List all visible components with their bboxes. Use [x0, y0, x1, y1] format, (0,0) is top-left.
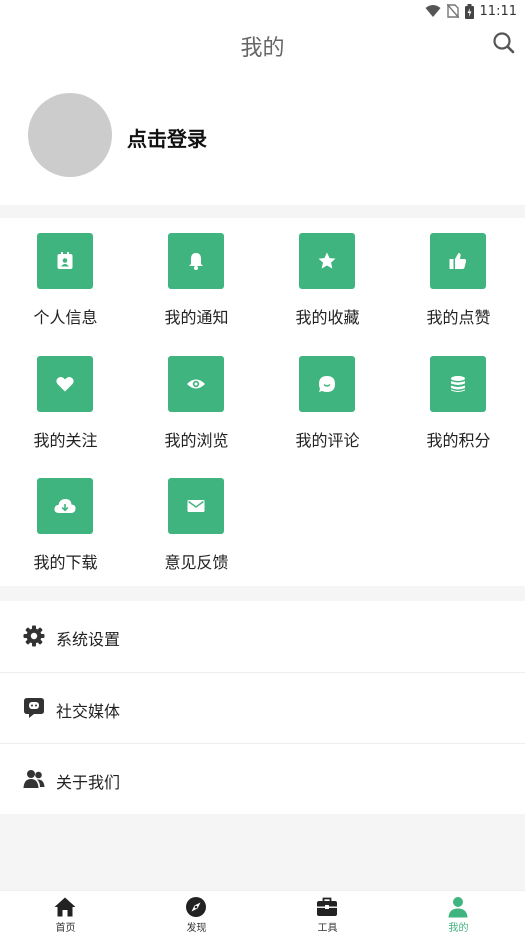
menu-item-social-media[interactable]: 社交媒体: [0, 672, 525, 743]
menu-label: 社交媒体: [56, 702, 121, 721]
tab-label: 发现: [186, 923, 207, 934]
person-icon: [448, 897, 468, 918]
tab-label: 我的: [448, 923, 469, 934]
star-icon: [318, 252, 336, 269]
tile: [168, 356, 224, 412]
search-icon: [493, 32, 515, 54]
grid-label: 我的积分: [426, 431, 491, 450]
wifi-icon: [425, 5, 441, 17]
grid-item-following[interactable]: 我的关注: [0, 341, 131, 451]
tile: [430, 233, 486, 289]
settings-menu: 系统设置 社交媒体 关于我们: [0, 601, 525, 814]
home-icon: [54, 897, 76, 917]
grid-item-comments[interactable]: 我的评论: [262, 341, 393, 451]
grid-label: 我的点赞: [426, 308, 491, 327]
grid-label: 我的评论: [295, 431, 360, 450]
grid-item-notifications[interactable]: 我的通知: [131, 218, 262, 328]
status-time: 11:11: [479, 3, 517, 19]
cloud-download-icon: [54, 499, 76, 513]
grid-label: 我的收藏: [295, 308, 360, 327]
tile: [299, 356, 355, 412]
tile: [168, 233, 224, 289]
social-chat-icon: [24, 698, 44, 718]
tile: [168, 478, 224, 534]
users-icon: [23, 770, 45, 788]
grid-item-likes[interactable]: 我的点赞: [393, 218, 524, 328]
grid-item-downloads[interactable]: 我的下载: [0, 463, 131, 573]
no-sim-icon: [446, 4, 459, 18]
tab-mine[interactable]: 我的: [393, 891, 524, 935]
menu-label: 系统设置: [56, 630, 121, 649]
menu-label: 关于我们: [56, 773, 121, 792]
thumbs-up-icon: [449, 253, 467, 269]
avatar[interactable]: [28, 93, 112, 177]
comment-icon: [319, 376, 335, 392]
tab-discover[interactable]: 发现: [131, 891, 262, 935]
search-button[interactable]: [491, 30, 517, 56]
battery-icon: [464, 3, 474, 19]
grid-label: 我的通知: [164, 308, 229, 327]
heart-icon: [56, 377, 74, 392]
envelope-icon: [187, 500, 205, 512]
status-bar: 11:11: [0, 0, 525, 22]
bell-icon: [189, 253, 203, 270]
menu-item-system-settings[interactable]: 系统设置: [0, 601, 525, 672]
tab-tools[interactable]: 工具: [262, 891, 393, 935]
tile: [430, 356, 486, 412]
grid-item-personal-info[interactable]: 个人信息: [0, 218, 131, 328]
grid-label: 我的关注: [33, 431, 98, 450]
tile: [299, 233, 355, 289]
tile: [37, 356, 93, 412]
eye-icon: [187, 379, 205, 389]
page-title: 我的: [240, 36, 285, 61]
grid-item-history[interactable]: 我的浏览: [131, 341, 262, 451]
gear-icon: [23, 625, 45, 647]
tab-label: 首页: [55, 923, 76, 934]
coins-icon: [451, 376, 465, 392]
status-icons: 11:11: [425, 2, 517, 20]
tab-label: 工具: [317, 923, 338, 934]
grid-item-points[interactable]: 我的积分: [393, 341, 524, 451]
grid-label: 意见反馈: [164, 553, 229, 572]
profile-card: 点击登录: [0, 72, 525, 205]
toolbox-icon: [317, 897, 337, 916]
grid-item-favorites[interactable]: 我的收藏: [262, 218, 393, 328]
grid-label: 个人信息: [33, 308, 98, 327]
grid-label: 我的下载: [33, 553, 98, 572]
header: 我的: [0, 22, 525, 72]
bottom-tab-bar: 首页 发现 工具 我的: [0, 890, 525, 935]
feature-grid: 个人信息 我的通知 我的收藏 我的点赞 我的关注 我的浏览 我的评论 我的积分 …: [0, 218, 525, 586]
menu-item-about-us[interactable]: 关于我们: [0, 743, 525, 814]
tab-home[interactable]: 首页: [0, 891, 131, 935]
login-link[interactable]: 点击登录: [127, 123, 207, 152]
grid-label: 我的浏览: [164, 431, 229, 450]
grid-item-feedback[interactable]: 意见反馈: [131, 463, 262, 573]
compass-icon: [186, 897, 206, 917]
tile: [37, 233, 93, 289]
id-card-icon: [57, 252, 73, 269]
tile: [37, 478, 93, 534]
